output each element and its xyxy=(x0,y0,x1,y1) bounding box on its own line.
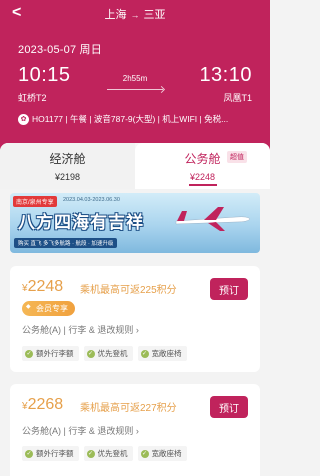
check-icon: ✓ xyxy=(25,349,33,358)
airline-logo-icon: ✿ xyxy=(18,113,29,125)
flight-date: 2023-05-07 周日 xyxy=(18,44,102,56)
arrival-airport: 凤凰T1 xyxy=(223,93,252,103)
banner-dates: 2023.04.03-2023.06.30 xyxy=(63,197,120,203)
fare-card: ¥2268 乘机最高可返227积分 预订 公务舱(A) | 行李 & 退改规则 … xyxy=(10,384,260,476)
duration-arrow-icon xyxy=(107,89,163,90)
fare-points: 乘机最高可返227积分 xyxy=(80,403,177,414)
banner-title: 八方四海有吉祥 xyxy=(18,213,144,232)
cabin-tabs: 经济舱 ¥2198 公务舱 ¥2248 超值 xyxy=(0,143,270,189)
departure-airport: 虹桥T2 xyxy=(18,93,47,103)
book-button[interactable]: 预订 xyxy=(210,396,248,418)
flight-header: < 上海 → 三亚 2023-05-07 周日 10:15 2h55m 13:10 … xyxy=(0,0,270,150)
banner-tag: 南京/泉州专享 xyxy=(13,196,57,207)
fare-card: ¥2248 乘机最高可返225积分 会员专享 预订 公务舱(A) | 行李 & … xyxy=(10,266,260,372)
perk-label: 额外行李额 xyxy=(36,449,74,458)
flight-info-text: HO1177 | 午餐 | 波音787-9(大型) | 机上WIFI | 免税.… xyxy=(32,114,229,124)
check-icon: ✓ xyxy=(140,349,149,358)
perk-label: 额外行李额 xyxy=(36,349,74,358)
check-icon: ✓ xyxy=(25,449,33,458)
banner-subtitle: 购买 直飞 多飞多航路 · 航段 · 加速升级 xyxy=(14,238,118,248)
perk-extra-baggage: ✓ 额外行李额 xyxy=(22,346,79,361)
origin-city: 上海 xyxy=(104,9,127,21)
tab-economy-price: ¥2198 xyxy=(54,172,81,182)
perk-priority-boarding: ✓ 优先登机 xyxy=(83,346,133,361)
destination-city: 三亚 xyxy=(143,9,166,21)
book-button[interactable]: 预订 xyxy=(210,278,248,300)
airplane-icon xyxy=(175,207,251,231)
fare-price-value: 2268 xyxy=(27,396,64,413)
flight-info[interactable]: ✿ HO1177 | 午餐 | 波音787-9(大型) | 机上WIFI | 免… xyxy=(18,113,228,125)
perk-extra-baggage: ✓ 额外行李额 xyxy=(22,446,79,461)
tab-business-price: ¥2248 xyxy=(189,172,216,182)
perk-label: 宽敞座椅 xyxy=(151,349,182,358)
check-icon: ✓ xyxy=(86,449,95,458)
perk-label: 优先登机 xyxy=(97,349,128,358)
active-tab-indicator xyxy=(189,184,217,186)
promo-banner[interactable]: 南京/泉州专享 2023.04.03-2023.06.30 八方四海有吉祥 购买… xyxy=(10,193,260,253)
baggage-rules-link[interactable]: 公务舱(A) | 行李 & 退改规则 › xyxy=(22,424,139,437)
fare-perks: ✓ 额外行李额 ✓ 优先登机 ✓ 宽敞座椅 xyxy=(22,346,192,361)
arrival-time: 13:10 xyxy=(199,64,252,86)
tab-economy-label: 经济舱 xyxy=(49,152,86,166)
check-icon: ✓ xyxy=(86,349,95,358)
route-title: 上海 → 三亚 xyxy=(0,6,270,22)
tab-economy[interactable]: 经济舱 ¥2198 xyxy=(0,143,135,189)
tab-business[interactable]: 公务舱 ¥2248 超值 xyxy=(135,143,270,189)
value-badge: 超值 xyxy=(227,151,247,163)
fare-price-value: 2248 xyxy=(27,278,64,295)
perk-priority-boarding: ✓ 优先登机 xyxy=(83,446,133,461)
perk-label: 优先登机 xyxy=(97,449,128,458)
baggage-rules-link[interactable]: 公务舱(A) | 行李 & 退改规则 › xyxy=(22,323,139,336)
member-badge: 会员专享 xyxy=(22,301,75,316)
fare-price: ¥2248 xyxy=(22,278,63,296)
route-arrow: → xyxy=(130,10,140,20)
tab-business-label: 公务舱 xyxy=(184,152,221,166)
fare-perks: ✓ 额外行李额 ✓ 优先登机 ✓ 宽敞座椅 xyxy=(22,446,192,461)
perk-spacious-seat: ✓ 宽敞座椅 xyxy=(137,446,187,461)
fare-price: ¥2268 xyxy=(22,396,63,414)
fare-points: 乘机最高可返225积分 xyxy=(80,285,177,296)
check-icon: ✓ xyxy=(140,449,149,458)
perk-spacious-seat: ✓ 宽敞座椅 xyxy=(137,346,187,361)
perk-label: 宽敞座椅 xyxy=(151,449,182,458)
